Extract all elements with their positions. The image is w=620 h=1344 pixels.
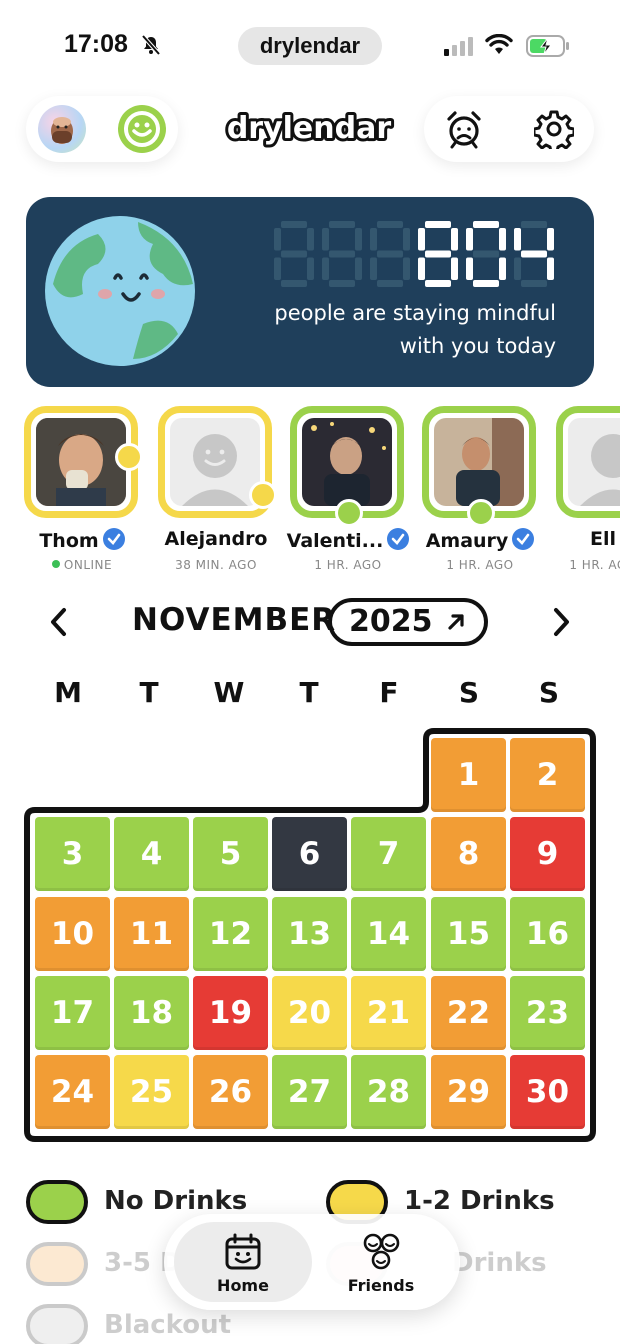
calendar-day-27[interactable]: 27 xyxy=(272,1055,347,1129)
calendar-day-13[interactable]: 13 xyxy=(272,897,347,971)
calendar-day-6[interactable]: 6 xyxy=(272,817,347,891)
calendar-day-19[interactable]: 19 xyxy=(193,976,268,1050)
calendar-day-18[interactable]: 18 xyxy=(114,976,189,1050)
tab-friends[interactable]: Friends xyxy=(312,1222,450,1302)
calendar-day-16[interactable]: 16 xyxy=(510,897,585,971)
tab-home[interactable]: Home xyxy=(174,1222,312,1302)
calendar-day-1[interactable]: 1 xyxy=(431,738,506,812)
calendar-day-9[interactable]: 9 xyxy=(510,817,585,891)
bottom-tab-bar: Home Friends xyxy=(164,1214,460,1310)
calendar-day-21[interactable]: 21 xyxy=(351,976,426,1050)
calendar-day-14[interactable]: 14 xyxy=(351,897,426,971)
calendar-day-30[interactable]: 30 xyxy=(510,1055,585,1129)
legend-swatch-gray xyxy=(26,1304,88,1344)
calendar-day-5[interactable]: 5 xyxy=(193,817,268,891)
calendar-day-3[interactable]: 3 xyxy=(35,817,110,891)
legend-label: No Drinks xyxy=(104,1186,248,1216)
calendar-smile-icon xyxy=(225,1233,261,1270)
calendar-day-15[interactable]: 15 xyxy=(431,897,506,971)
calendar-day-8[interactable]: 8 xyxy=(431,817,506,891)
legend-label: Drinks xyxy=(452,1248,547,1278)
calendar-day-24[interactable]: 24 xyxy=(35,1055,110,1129)
legend-swatch-orange xyxy=(26,1242,88,1286)
friends-smiles-icon xyxy=(363,1233,400,1270)
calendar-day-22[interactable]: 22 xyxy=(431,976,506,1050)
calendar-day-26[interactable]: 26 xyxy=(193,1055,268,1129)
tab-home-label: Home xyxy=(217,1276,269,1295)
calendar-day-20[interactable]: 20 xyxy=(272,976,347,1050)
calendar-day-2[interactable]: 2 xyxy=(510,738,585,812)
legend-swatch-green xyxy=(26,1180,88,1224)
calendar-day-17[interactable]: 17 xyxy=(35,976,110,1050)
calendar-day-7[interactable]: 7 xyxy=(351,817,426,891)
legend-label: Blackout xyxy=(104,1310,232,1340)
calendar-day-4[interactable]: 4 xyxy=(114,817,189,891)
calendar-day-12[interactable]: 12 xyxy=(193,897,268,971)
calendar-day-11[interactable]: 11 xyxy=(114,897,189,971)
calendar-day-28[interactable]: 28 xyxy=(351,1055,426,1129)
calendar-day-29[interactable]: 29 xyxy=(431,1055,506,1129)
tab-friends-label: Friends xyxy=(347,1276,415,1295)
calendar-day-10[interactable]: 10 xyxy=(35,897,110,971)
calendar-day-25[interactable]: 25 xyxy=(114,1055,189,1129)
legend-label: 1-2 Drinks xyxy=(404,1186,555,1216)
calendar-day-23[interactable]: 23 xyxy=(510,976,585,1050)
